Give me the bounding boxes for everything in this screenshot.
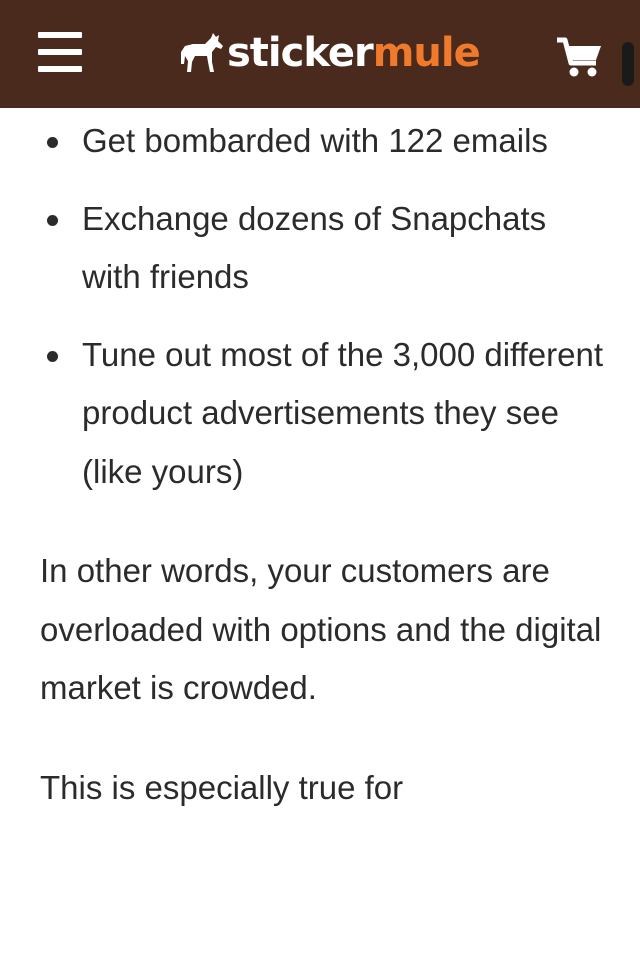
bullet-list: Get bombarded with 122 emails Exchange d… [40,112,610,501]
stickermule-logo[interactable]: stickermule [179,28,481,78]
article-paragraph: This is especially true for [40,768,404,806]
logo-text-sticker: sticker [227,30,374,76]
list-item: Get bombarded with 122 emails [40,112,610,171]
hamburger-menu-button[interactable] [38,32,82,72]
mule-logo-icon [181,33,223,72]
bullet-icon [47,214,58,226]
site-header: stickermule [0,0,640,108]
list-item: Exchange dozens of Snapchats with friend… [40,190,610,307]
list-item: Tune out most of the 3,000 different pro… [40,326,610,502]
article-paragraph: In other words, your customers are overl… [40,552,602,706]
bullet-icon [47,350,58,362]
menu-icon-bar [38,66,82,72]
list-item-text: Get bombarded with 122 emails [82,122,548,159]
list-item-text: Tune out most of the 3,000 different pro… [82,335,604,490]
menu-icon-bar [38,32,82,38]
bullet-icon [47,137,58,148]
list-item-text: Exchange dozens of Snapchats with friend… [82,199,547,296]
logo-text-mule: mule [372,30,481,76]
cart-button[interactable] [556,36,604,78]
menu-icon-bar [38,49,82,55]
article-content: Get bombarded with 122 emails Exchange d… [40,112,610,817]
shopping-cart-icon [557,37,601,77]
logo-text: stickermule [227,28,481,78]
scrollbar-thumb[interactable] [622,42,634,86]
